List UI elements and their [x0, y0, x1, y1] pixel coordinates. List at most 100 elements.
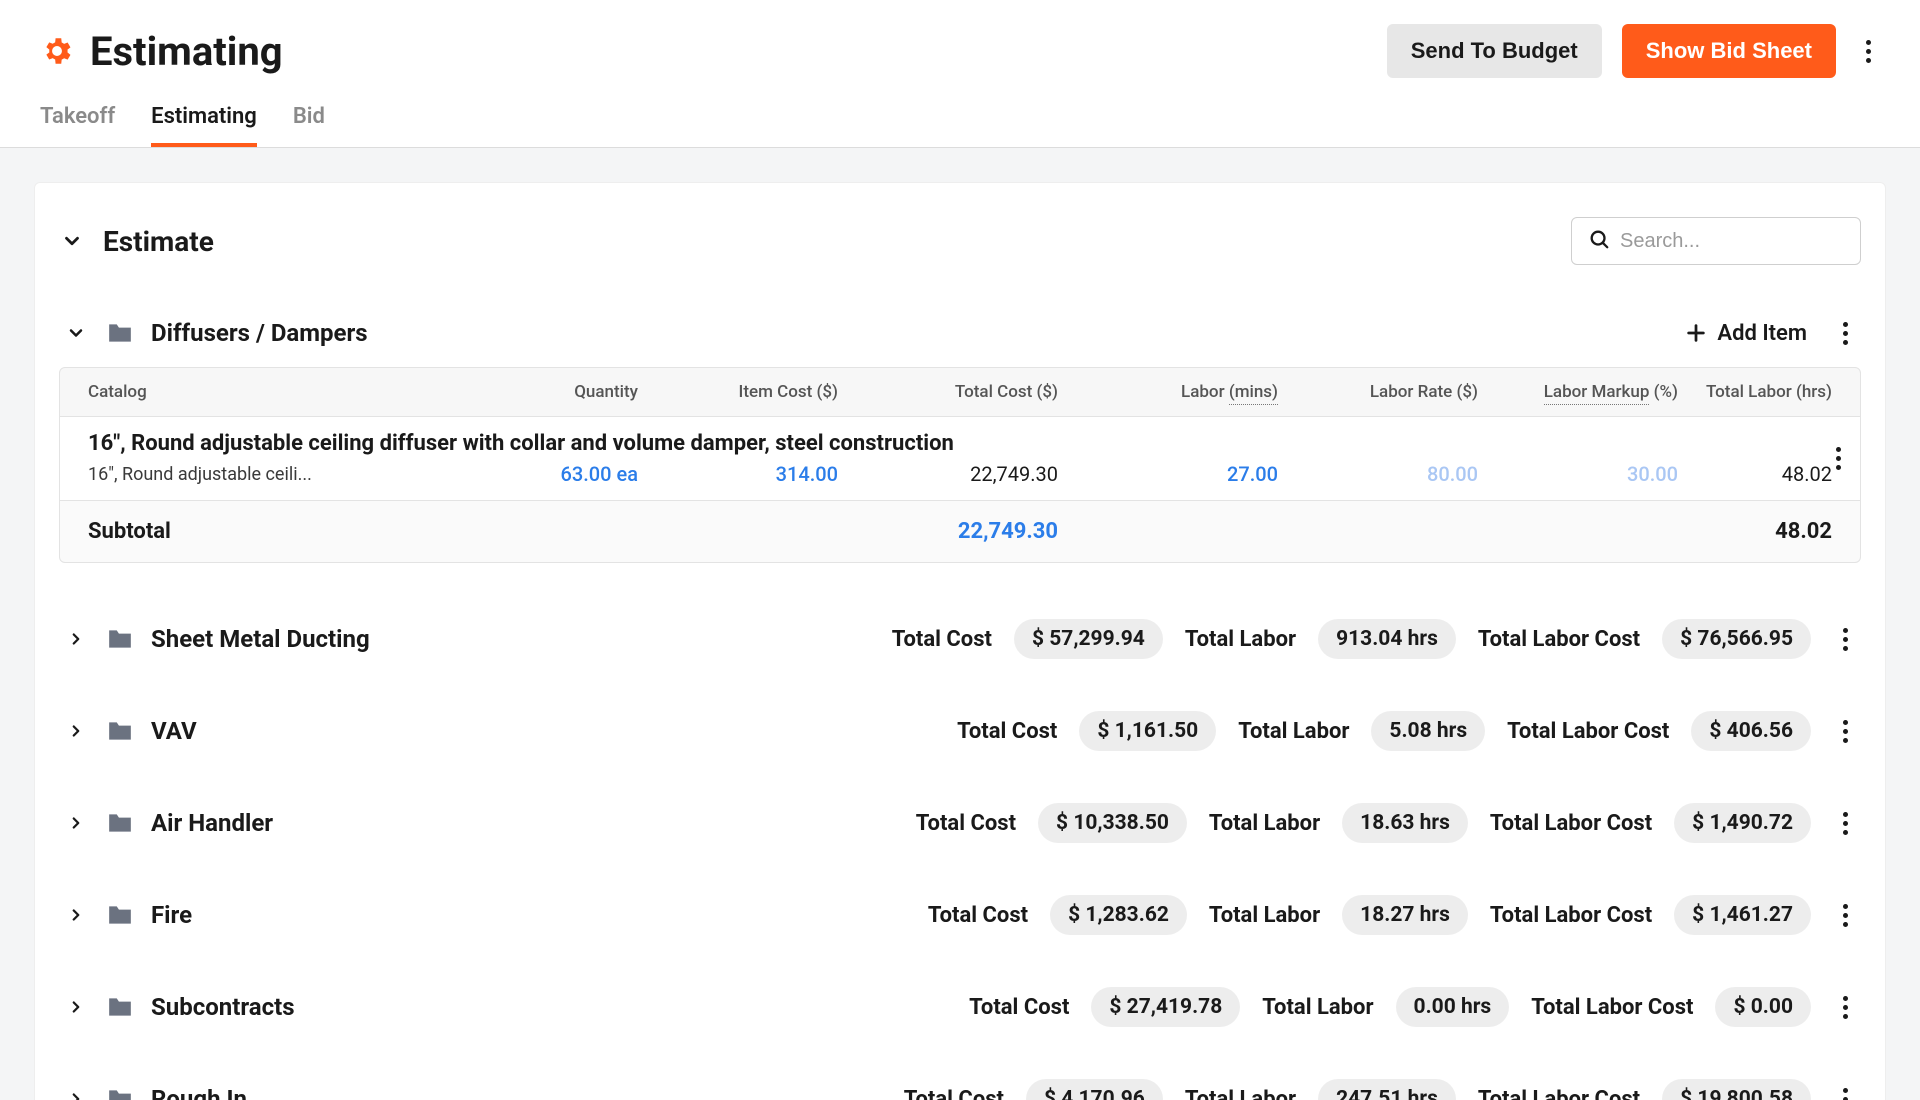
total-cost-value: $ 57,299.94: [1014, 619, 1163, 659]
total-labor-value: 18.27 hrs: [1342, 895, 1468, 935]
col-quantity: Quantity: [468, 382, 638, 402]
col-catalog: Catalog: [88, 382, 468, 402]
total-labor-cost-value: $ 76,566.95: [1662, 619, 1811, 659]
total-labor-value: 0.00 hrs: [1396, 987, 1510, 1027]
category-name: Air Handler: [151, 809, 273, 837]
col-item-cost: Item Cost ($): [638, 382, 838, 402]
col-labor-markup: Labor Markup (%): [1478, 382, 1678, 402]
total-labor-value: 913.04 hrs: [1318, 619, 1456, 659]
category-name: VAV: [151, 717, 197, 745]
total-cost-label: Total Cost: [892, 627, 992, 652]
total-cost-label: Total Cost: [928, 903, 1028, 928]
item-total-labor: 48.02: [1678, 462, 1832, 486]
total-labor-label: Total Labor: [1262, 995, 1373, 1020]
category-more-menu[interactable]: [1833, 715, 1857, 747]
category-row[interactable]: VAV Total Cost $ 1,161.50 Total Labor 5.…: [59, 685, 1861, 777]
title-wrap: Estimating: [40, 28, 283, 75]
category-more-menu[interactable]: [1833, 991, 1857, 1023]
category-row[interactable]: Air Handler Total Cost $ 10,338.50 Total…: [59, 777, 1861, 869]
total-cost-label: Total Cost: [904, 1087, 1004, 1100]
folder-icon: [107, 812, 133, 834]
table-header: Catalog Quantity Item Cost ($) Total Cos…: [59, 367, 1861, 417]
total-labor-cost-value: $ 406.56: [1691, 711, 1811, 751]
item-total-cost: 22,749.30: [838, 462, 1058, 486]
section-header: Estimate: [59, 217, 1861, 265]
chevron-right-icon[interactable]: [63, 718, 89, 744]
chevron-right-icon[interactable]: [63, 810, 89, 836]
subtotal-cost: 22,749.30: [838, 519, 1058, 544]
item-labor-rate[interactable]: 80.00: [1278, 462, 1478, 486]
total-labor-cost-label: Total Labor Cost: [1490, 811, 1652, 836]
search-icon: [1588, 228, 1610, 254]
plus-icon: [1685, 322, 1707, 344]
item-labor-markup[interactable]: 30.00: [1478, 462, 1678, 486]
total-labor-cost-label: Total Labor Cost: [1507, 719, 1669, 744]
add-item-label: Add Item: [1717, 321, 1807, 346]
total-cost-value: $ 10,338.50: [1038, 803, 1187, 843]
search-input[interactable]: [1620, 230, 1844, 253]
estimate-card: Estimate Diffusers / Dampers: [34, 182, 1886, 1100]
section-title: Estimate: [103, 225, 214, 258]
topbar: Estimating Send To Budget Show Bid Sheet: [0, 0, 1920, 78]
add-item-button[interactable]: Add Item: [1685, 321, 1807, 346]
table-row[interactable]: 16", Round adjustable ceiling diffuser w…: [59, 417, 1861, 501]
category-row[interactable]: Rough In Total Cost $ 4,170.96 Total Lab…: [59, 1053, 1861, 1100]
tab-bid[interactable]: Bid: [293, 104, 325, 147]
collapsed-categories: Sheet Metal Ducting Total Cost $ 57,299.…: [59, 563, 1861, 1100]
chevron-right-icon[interactable]: [63, 902, 89, 928]
tabbar: Takeoff Estimating Bid: [0, 78, 1920, 148]
category-more-menu[interactable]: [1833, 623, 1857, 655]
category-more-menu[interactable]: [1833, 1083, 1857, 1100]
total-labor-cost-value: $ 1,461.27: [1674, 895, 1811, 935]
page-title: Estimating: [90, 28, 283, 75]
total-labor-value: 247.51 hrs: [1318, 1079, 1456, 1100]
item-cost[interactable]: 314.00: [638, 462, 838, 486]
col-total-labor: Total Labor (hrs): [1678, 382, 1832, 402]
search-box[interactable]: [1571, 217, 1861, 265]
total-labor-cost-value: $ 0.00: [1715, 987, 1811, 1027]
total-labor-cost-value: $ 19,800.58: [1662, 1079, 1811, 1100]
total-cost-value: $ 4,170.96: [1026, 1079, 1163, 1100]
chevron-down-icon[interactable]: [63, 320, 89, 346]
item-quantity[interactable]: 63.00 ea: [468, 462, 638, 486]
gear-icon: [40, 34, 74, 68]
total-cost-value: $ 1,283.62: [1050, 895, 1187, 935]
show-bid-sheet-button[interactable]: Show Bid Sheet: [1622, 24, 1836, 78]
chevron-right-icon[interactable]: [63, 626, 89, 652]
total-cost-label: Total Cost: [969, 995, 1069, 1020]
send-to-budget-button[interactable]: Send To Budget: [1387, 24, 1602, 78]
total-labor-label: Total Labor: [1209, 903, 1320, 928]
total-labor-cost-label: Total Labor Cost: [1531, 995, 1693, 1020]
category-row[interactable]: Fire Total Cost $ 1,283.62 Total Labor 1…: [59, 869, 1861, 961]
category-row[interactable]: Sheet Metal Ducting Total Cost $ 57,299.…: [59, 593, 1861, 685]
item-labor-mins[interactable]: 27.00: [1058, 462, 1278, 486]
col-labor-rate: Labor Rate ($): [1278, 382, 1478, 402]
category-name: Fire: [151, 901, 192, 929]
folder-icon: [107, 1088, 133, 1100]
category-more-menu[interactable]: [1833, 807, 1857, 839]
chevron-down-icon[interactable]: [59, 228, 85, 254]
total-cost-label: Total Cost: [916, 811, 1016, 836]
total-labor-cost-label: Total Labor Cost: [1490, 903, 1652, 928]
chevron-right-icon[interactable]: [63, 994, 89, 1020]
tab-estimating[interactable]: Estimating: [151, 104, 257, 147]
total-cost-value: $ 27,419.78: [1091, 987, 1240, 1027]
folder-icon: [107, 322, 133, 344]
folder-icon: [107, 628, 133, 650]
total-cost-value: $ 1,161.50: [1079, 711, 1216, 751]
category-name: Diffusers / Dampers: [151, 319, 368, 347]
total-labor-label: Total Labor: [1209, 811, 1320, 836]
category-name: Rough In: [151, 1085, 247, 1100]
col-labor-mins: Labor (mins): [1058, 382, 1278, 402]
col-total-cost: Total Cost ($): [838, 382, 1058, 402]
item-more-menu[interactable]: [1826, 443, 1850, 475]
item-desc: 16", Round adjustable ceili...: [88, 464, 388, 485]
category-row[interactable]: Subcontracts Total Cost $ 27,419.78 Tota…: [59, 961, 1861, 1053]
top-more-menu[interactable]: [1856, 35, 1880, 67]
category-more-menu[interactable]: [1833, 899, 1857, 931]
total-labor-cost-label: Total Labor Cost: [1478, 627, 1640, 652]
chevron-right-icon[interactable]: [63, 1086, 89, 1100]
top-actions: Send To Budget Show Bid Sheet: [1387, 24, 1880, 78]
category-more-menu[interactable]: [1833, 317, 1857, 349]
tab-takeoff[interactable]: Takeoff: [40, 104, 115, 147]
